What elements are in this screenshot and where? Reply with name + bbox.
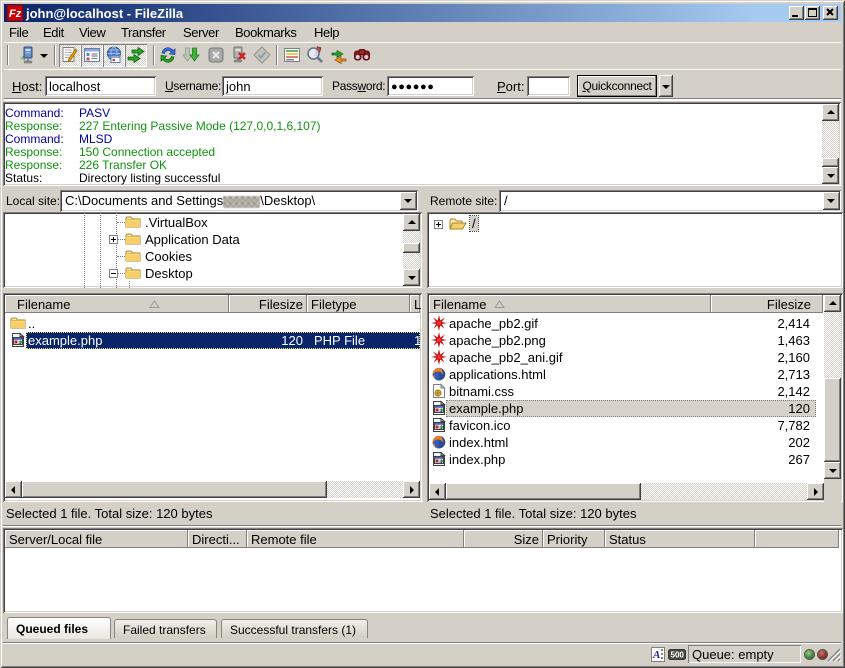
svg-text:500: 500 [671,651,685,660]
svg-text:Fz: Fz [9,8,22,20]
svg-text:A: A [652,649,660,661]
